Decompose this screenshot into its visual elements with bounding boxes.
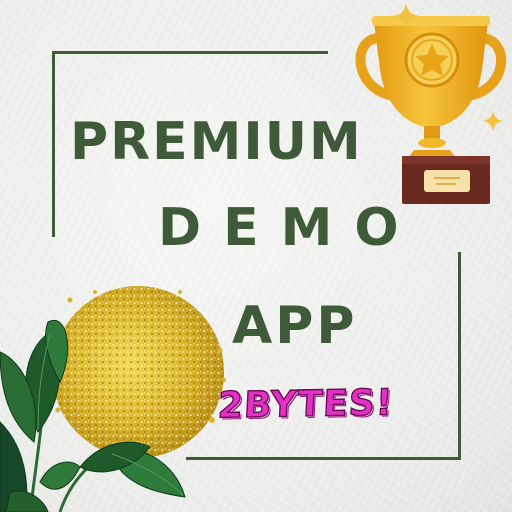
sparkle-icon: [392, 2, 420, 30]
plant-leaves: [0, 319, 186, 512]
sparkle-icon: [482, 110, 504, 132]
poster-canvas: PREMIUM DEMO APP 2BYTES!: [0, 0, 512, 512]
title-line-demo: DEMO: [158, 198, 421, 258]
title-line-app: APP: [232, 296, 358, 356]
brand-label: 2BYTES!: [216, 382, 395, 427]
title-line-premium: PREMIUM: [70, 112, 363, 172]
trophy-icon: [355, 16, 507, 204]
